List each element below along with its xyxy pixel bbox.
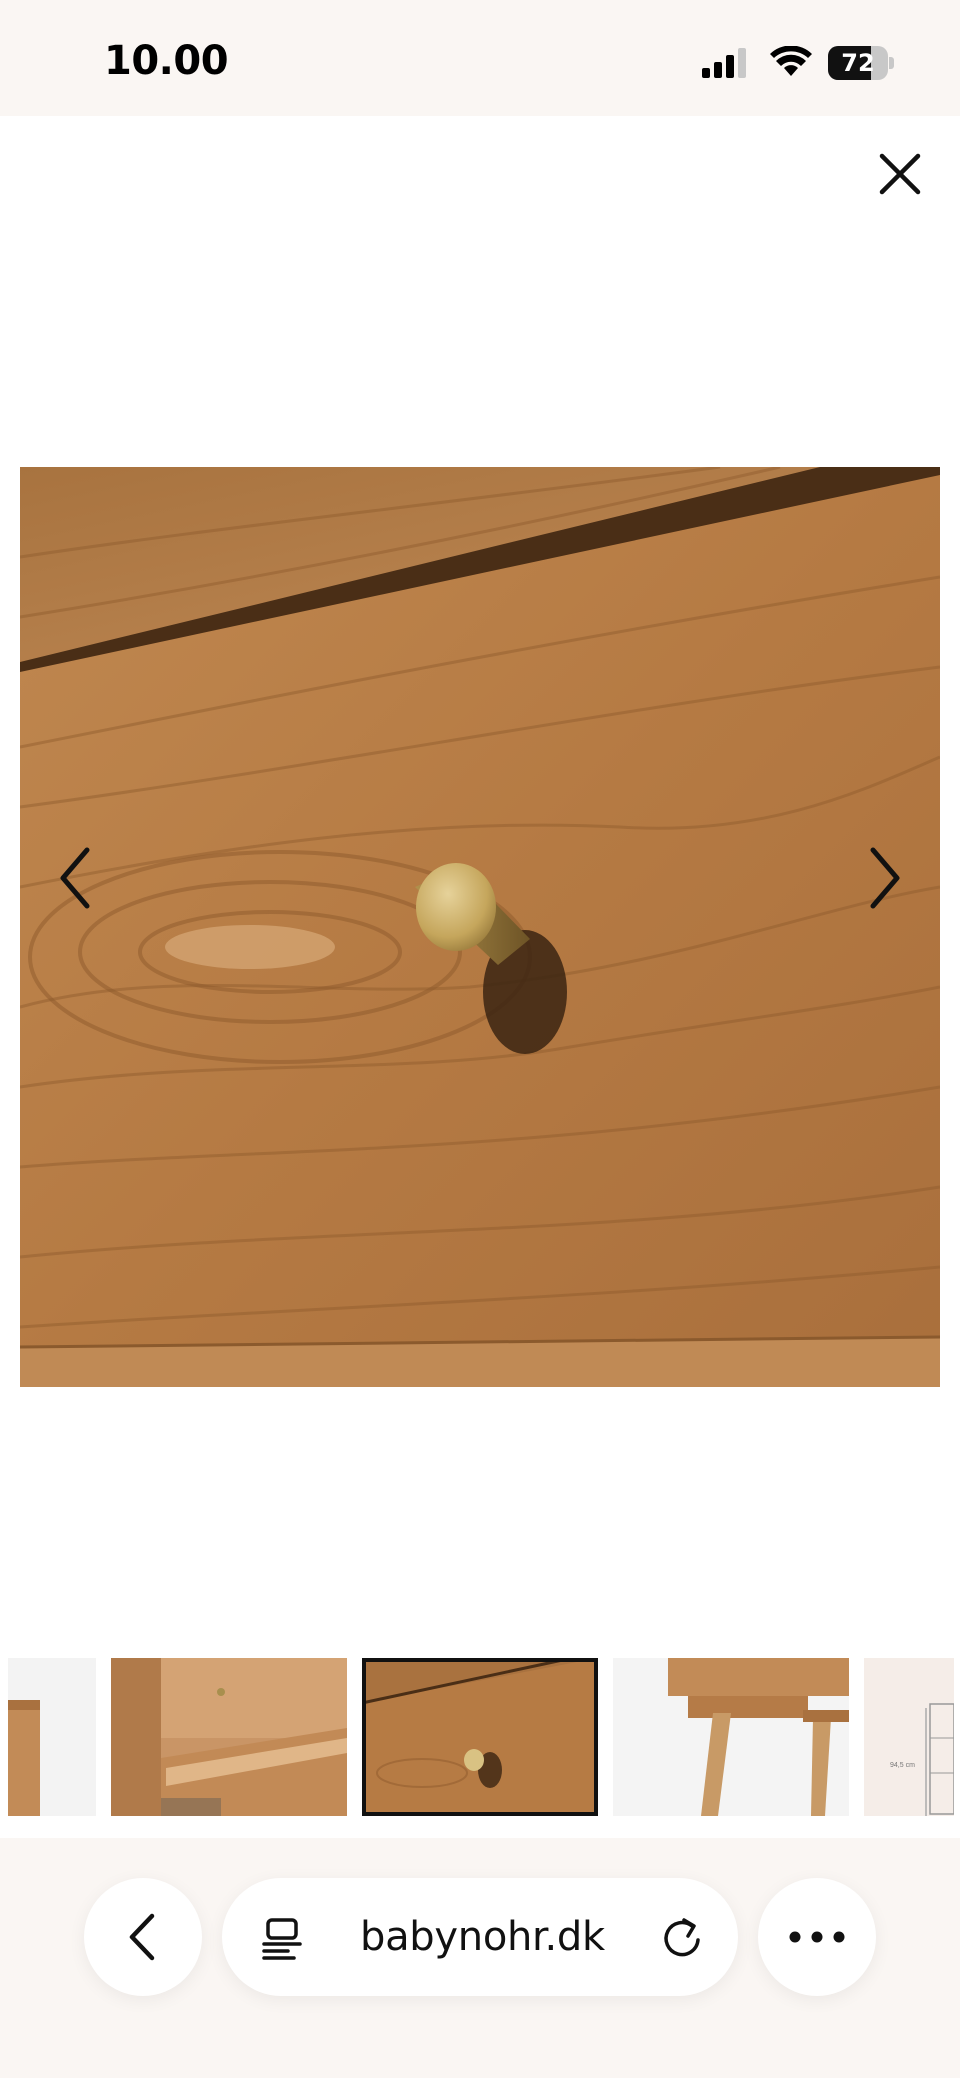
battery-body: 72 [828,46,888,80]
browser-toolbar: babynohr.dk [0,1838,960,2078]
thumb-open-drawer[interactable] [111,1658,347,1816]
thumb-partial-left[interactable] [8,1658,96,1816]
previous-image-button[interactable] [45,838,105,918]
chevron-left-icon [129,1913,155,1961]
thumb-legs[interactable] [613,1658,849,1816]
dimension-drawing-icon [925,1703,954,1816]
next-image-button[interactable] [855,838,915,918]
product-main-image [20,467,940,1387]
more-button[interactable] [758,1878,876,1996]
dimension-label: 94,5 cm [890,1762,915,1769]
battery-icon: 72 [828,46,894,80]
wifi-icon [770,46,812,76]
battery-tip [889,57,894,69]
close-icon[interactable] [872,146,928,202]
thumbnail-strip: 94,5 cm [0,1658,960,1818]
signal-icon [702,48,746,78]
thumb-drawer-knob[interactable] [362,1658,598,1816]
address-bar[interactable]: babynohr.dk [222,1878,738,1996]
status-bar: 10.00 72 [0,0,960,116]
reload-icon[interactable] [658,1914,706,1962]
url-text: babynohr.dk [360,1914,605,1960]
status-time: 10.00 [104,38,229,84]
back-button[interactable] [84,1878,202,1996]
thumb-dimensions[interactable]: 94,5 cm [864,1658,954,1816]
battery-percent: 72 [841,49,875,77]
tabs-icon[interactable] [260,1916,304,1960]
more-icon [789,1931,845,1943]
product-image-viewer: 10.00 72 94,5 cm babynohr.dk [0,0,960,2078]
